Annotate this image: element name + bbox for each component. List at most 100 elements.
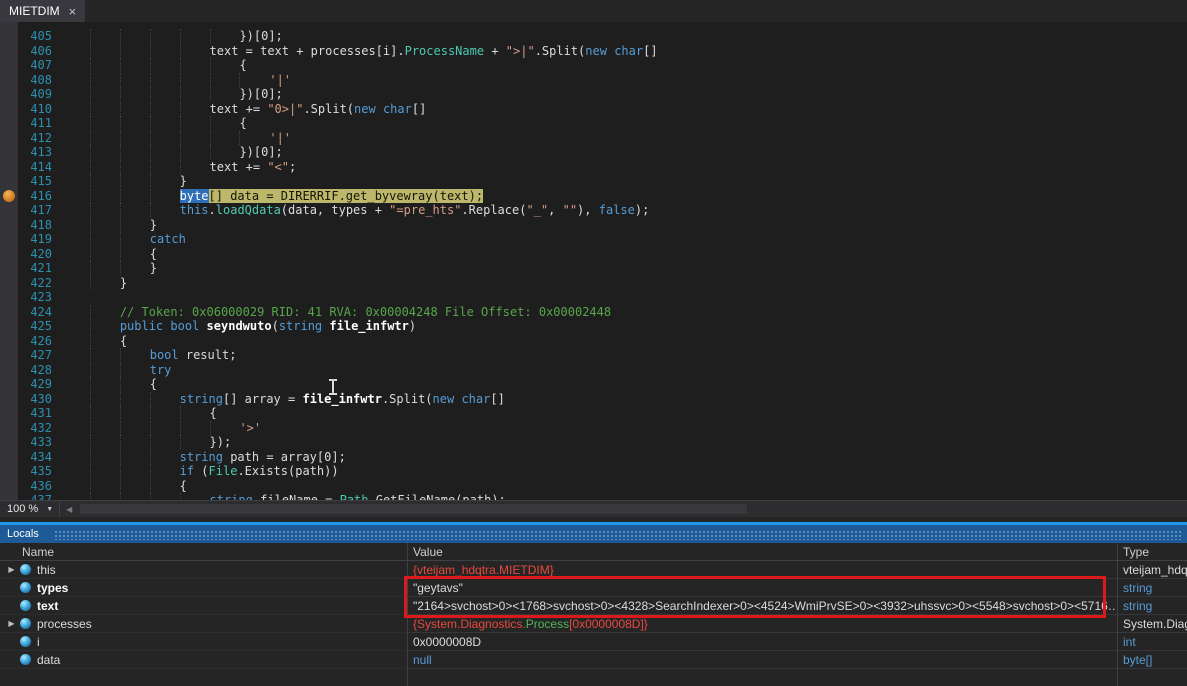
locals-value-cell[interactable]: {vteijam_hdqtra.MIETDIM}	[408, 561, 1118, 579]
scroll-left-icon[interactable]: ◀	[66, 505, 72, 514]
code-line[interactable]: 428 try	[0, 363, 1187, 378]
locals-row[interactable]: types"geytavs"string	[0, 579, 1187, 597]
breakpoint-gutter[interactable]	[0, 174, 18, 189]
code-line[interactable]: 429 {	[0, 377, 1187, 392]
locals-name-cell[interactable]: ▶this	[0, 561, 408, 579]
code-line[interactable]: 433 });	[0, 435, 1187, 450]
breakpoint-gutter[interactable]	[0, 392, 18, 407]
breakpoint-gutter[interactable]	[0, 305, 18, 320]
locals-value-cell[interactable]: 0x0000008D	[408, 633, 1118, 651]
code-line[interactable]: 423	[0, 290, 1187, 305]
code-line[interactable]: 420 {	[0, 247, 1187, 262]
code-line[interactable]: 424 // Token: 0x06000029 RID: 41 RVA: 0x…	[0, 305, 1187, 320]
code-line[interactable]: 408 '|'	[0, 73, 1187, 88]
expander-icon[interactable]: ▶	[5, 565, 18, 574]
locals-value-cell[interactable]: null	[408, 651, 1118, 669]
breakpoint-gutter[interactable]	[0, 232, 18, 247]
breakpoint-gutter[interactable]	[0, 334, 18, 349]
code-line[interactable]: 432 '>'	[0, 421, 1187, 436]
code-line[interactable]: 405 })[0];	[0, 29, 1187, 44]
code-line[interactable]: 410 text += "0>|".Split(new char[]	[0, 102, 1187, 117]
close-icon[interactable]: ×	[69, 5, 77, 18]
column-header-name[interactable]: Name	[0, 543, 408, 560]
breakpoint-gutter[interactable]	[0, 421, 18, 436]
breakpoint-gutter[interactable]	[0, 203, 18, 218]
code-line[interactable]: 430 string[] array = file_infwtr.Split(n…	[0, 392, 1187, 407]
breakpoint-icon[interactable]	[3, 190, 15, 202]
breakpoint-gutter[interactable]	[0, 29, 18, 44]
code-line[interactable]: 434 string path = array[0];	[0, 450, 1187, 465]
locals-name-cell[interactable]: ▶processes	[0, 615, 408, 633]
scrollbar-thumb[interactable]	[80, 504, 746, 514]
locals-value-cell[interactable]: "2164>svchost>0><1768>svchost>0><4328>Se…	[408, 597, 1118, 615]
code-line[interactable]: 411 {	[0, 116, 1187, 131]
code-line[interactable]: 436 {	[0, 479, 1187, 494]
breakpoint-gutter[interactable]	[0, 348, 18, 363]
column-header-value[interactable]: Value	[408, 543, 1118, 560]
zoom-level-select[interactable]: 100 % ▼	[0, 501, 60, 517]
breakpoint-gutter[interactable]	[0, 406, 18, 421]
code-line[interactable]: 414 text += "<";	[0, 160, 1187, 175]
locals-name-cell[interactable]: text	[0, 597, 408, 615]
code-line[interactable]: 421 }	[0, 261, 1187, 276]
breakpoint-gutter[interactable]	[0, 102, 18, 117]
code-line[interactable]: 435 if (File.Exists(path))	[0, 464, 1187, 479]
locals-row[interactable]: i0x0000008Dint	[0, 633, 1187, 651]
breakpoint-gutter[interactable]	[0, 44, 18, 59]
breakpoint-gutter[interactable]	[0, 145, 18, 160]
code-line[interactable]: 415 }	[0, 174, 1187, 189]
code-line[interactable]: 437 string fileName = Path.GetFileName(p…	[0, 493, 1187, 500]
breakpoint-gutter[interactable]	[0, 363, 18, 378]
breakpoint-gutter[interactable]	[0, 58, 18, 73]
code-line[interactable]: 409 })[0];	[0, 87, 1187, 102]
breakpoint-gutter[interactable]	[0, 131, 18, 146]
locals-name-cell[interactable]: types	[0, 579, 408, 597]
code-line[interactable]: 427 bool result;	[0, 348, 1187, 363]
breakpoint-gutter[interactable]	[0, 73, 18, 88]
locals-name-cell[interactable]: data	[0, 651, 408, 669]
breakpoint-gutter[interactable]	[0, 464, 18, 479]
breakpoint-gutter[interactable]	[0, 450, 18, 465]
locals-value-cell[interactable]: "geytavs"	[408, 579, 1118, 597]
tab-mietdim[interactable]: MIETDIM ×	[0, 0, 85, 22]
code-line[interactable]: 419 catch	[0, 232, 1187, 247]
code-line[interactable]: 425 public bool seyndwuto(string file_in…	[0, 319, 1187, 334]
breakpoint-gutter[interactable]	[0, 160, 18, 175]
breakpoint-gutter[interactable]	[0, 116, 18, 131]
code-line[interactable]: 407 {	[0, 58, 1187, 73]
code-line[interactable]: 431 {	[0, 406, 1187, 421]
column-header-type[interactable]: Type	[1118, 543, 1187, 560]
breakpoint-gutter[interactable]	[0, 319, 18, 334]
locals-name-cell[interactable]: i	[0, 633, 408, 651]
code-editor[interactable]: 405 })[0];406 text = text + processes[i]…	[0, 22, 1187, 500]
locals-row[interactable]: ▶processes{System.Diagnostics.Process[0x…	[0, 615, 1187, 633]
breakpoint-gutter[interactable]	[0, 479, 18, 494]
breakpoint-gutter[interactable]	[0, 261, 18, 276]
breakpoint-gutter[interactable]	[0, 290, 18, 305]
breakpoint-gutter[interactable]	[0, 87, 18, 102]
breakpoint-gutter[interactable]	[0, 377, 18, 392]
code-line[interactable]: 426 {	[0, 334, 1187, 349]
breakpoint-gutter[interactable]	[0, 493, 18, 500]
horizontal-scrollbar[interactable]	[76, 501, 1187, 517]
code-line[interactable]: 413 })[0];	[0, 145, 1187, 160]
code-line[interactable]: 418 }	[0, 218, 1187, 233]
locals-type-cell: string	[1118, 579, 1187, 597]
breakpoint-gutter[interactable]	[0, 218, 18, 233]
breakpoint-gutter[interactable]	[0, 247, 18, 262]
breakpoint-gutter[interactable]	[0, 189, 18, 204]
breakpoint-gutter[interactable]	[0, 435, 18, 450]
expander-icon[interactable]: ▶	[5, 619, 18, 628]
locals-title-bar[interactable]: Locals	[0, 525, 1187, 543]
breakpoint-gutter[interactable]	[0, 276, 18, 291]
code-line[interactable]: 406 text = text + processes[i].ProcessNa…	[0, 44, 1187, 59]
code-line[interactable]: 416 byte[] data = DIRERRIF.get_byvewray(…	[0, 189, 1187, 204]
code-line[interactable]: 422 }	[0, 276, 1187, 291]
code-line[interactable]: 417 this.loadQdata(data, types + "=pre_h…	[0, 203, 1187, 218]
locals-type-cell: byte[]	[1118, 651, 1187, 669]
locals-row[interactable]: text"2164>svchost>0><1768>svchost>0><432…	[0, 597, 1187, 615]
locals-row[interactable]: datanullbyte[]	[0, 651, 1187, 669]
locals-row[interactable]: ▶this{vteijam_hdqtra.MIETDIM}vteijam_hdq…	[0, 561, 1187, 579]
code-line[interactable]: 412 '|'	[0, 131, 1187, 146]
locals-value-cell[interactable]: {System.Diagnostics.Process[0x0000008D]}	[408, 615, 1118, 633]
